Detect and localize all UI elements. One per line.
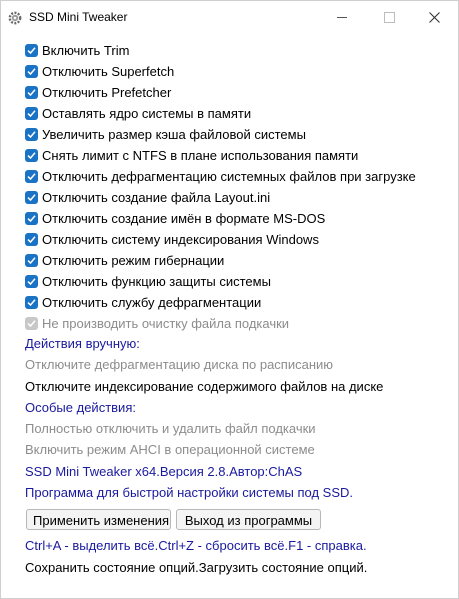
maximize-button[interactable] — [366, 1, 412, 33]
check-icon — [27, 68, 36, 76]
check-icon — [27, 131, 36, 139]
option-label: Отключить создание файла Layout.ini — [42, 190, 271, 205]
option-disable-layout-ini[interactable]: Отключить создание файла Layout.ini — [25, 187, 416, 208]
actions-section: Действия вручную: Отключите дефрагментац… — [25, 333, 383, 503]
check-icon — [27, 47, 36, 55]
close-button[interactable] — [412, 1, 458, 33]
option-no-pagefile-clear: Не производить очистку файла подкачки — [25, 313, 416, 334]
option-enable-trim[interactable]: Включить Trim — [25, 40, 416, 61]
footer: Ctrl+A - выделить всё.Ctrl+Z - сбросить … — [25, 535, 367, 578]
checkbox[interactable] — [25, 107, 38, 120]
window-title: SSD Mini Tweaker — [29, 10, 128, 24]
option-disable-prefetcher[interactable]: Отключить Prefetcher — [25, 82, 416, 103]
check-icon — [27, 194, 36, 202]
check-icon — [27, 173, 36, 181]
manual-actions-header: Действия вручную: — [25, 336, 140, 351]
option-disable-windows-indexing[interactable]: Отключить систему индексирования Windows — [25, 229, 416, 250]
program-description: Программа для быстрой настройки системы … — [25, 485, 353, 501]
option-label: Снять лимит с NTFS в плане использования… — [42, 148, 359, 163]
option-disable-superfetch[interactable]: Отключить Superfetch — [25, 61, 416, 82]
checkbox[interactable] — [25, 296, 38, 309]
exit-program-button[interactable]: Выход из программы — [176, 509, 321, 530]
enable-ahci-link: Включить режим AHCI в операционной систе… — [25, 442, 315, 458]
check-icon — [27, 299, 36, 307]
option-label: Оставлять ядро системы в памяти — [42, 106, 252, 121]
title-bar[interactable]: SSD Mini Tweaker — [1, 1, 458, 35]
save-load-state-link[interactable]: Сохранить состояние опций.Загрузить сост… — [25, 557, 367, 579]
check-icon — [27, 236, 36, 244]
option-disable-defrag-service[interactable]: Отключить службу дефрагментации — [25, 292, 416, 313]
checkbox[interactable] — [25, 254, 38, 267]
check-icon — [27, 320, 36, 328]
option-label: Увеличить размер кэша файловой системы — [42, 127, 306, 142]
check-icon — [27, 152, 36, 160]
checkbox[interactable] — [25, 44, 38, 57]
option-label: Не производить очистку файла подкачки — [42, 316, 290, 331]
option-label: Отключить дефрагментацию системных файло… — [42, 169, 416, 184]
option-label: Отключить создание имён в формате MS-DOS — [42, 211, 326, 226]
check-icon — [27, 110, 36, 118]
option-disable-system-protection[interactable]: Отключить функцию защиты системы — [25, 271, 416, 292]
check-icon — [27, 257, 36, 265]
option-keep-kernel-in-memory[interactable]: Оставлять ядро системы в памяти — [25, 103, 416, 124]
special-actions-header: Особые действия: — [25, 399, 136, 415]
close-icon — [429, 12, 440, 23]
disable-content-indexing-link[interactable]: Отключите индексирование содержимого фай… — [25, 376, 383, 397]
minimize-button[interactable] — [320, 1, 366, 33]
checkbox[interactable] — [25, 149, 38, 162]
option-label: Отключить систему индексирования Windows — [42, 232, 319, 247]
checkbox — [25, 317, 38, 330]
check-icon — [27, 215, 36, 223]
option-disable-hibernation[interactable]: Отключить режим гибернации — [25, 250, 416, 271]
shortcuts-hint[interactable]: Ctrl+A - выделить всё.Ctrl+Z - сбросить … — [25, 535, 367, 557]
checkbox[interactable] — [25, 86, 38, 99]
apply-changes-button[interactable]: Применить изменения — [26, 509, 171, 530]
option-disable-boot-defrag[interactable]: Отключить дефрагментацию системных файло… — [25, 166, 416, 187]
checkbox[interactable] — [25, 170, 38, 183]
check-icon — [27, 278, 36, 286]
option-label: Отключить функцию защиты системы — [42, 274, 271, 289]
app-window: SSD Mini Tweaker Включить Trim Отключить… — [0, 0, 459, 599]
disable-defrag-schedule-link: Отключите дефрагментацию диска по распис… — [25, 357, 334, 373]
option-disable-8dot3-names[interactable]: Отключить создание имён в формате MS-DOS — [25, 208, 416, 229]
gear-icon — [8, 11, 22, 25]
option-label: Отключить Superfetch — [42, 64, 175, 79]
options-list: Включить Trim Отключить Superfetch Отклю… — [25, 40, 416, 334]
version-info: SSD Mini Tweaker x64.Версия 2.8.Автор:Ch… — [25, 463, 303, 479]
option-label: Отключить режим гибернации — [42, 253, 225, 268]
checkbox[interactable] — [25, 212, 38, 225]
option-label: Включить Trim — [42, 43, 130, 58]
option-label: Отключить службу дефрагментации — [42, 295, 262, 310]
checkbox[interactable] — [25, 275, 38, 288]
checkbox[interactable] — [25, 65, 38, 78]
option-increase-fs-cache[interactable]: Увеличить размер кэша файловой системы — [25, 124, 416, 145]
checkbox[interactable] — [25, 128, 38, 141]
option-label: Отключить Prefetcher — [42, 85, 172, 100]
checkbox[interactable] — [25, 191, 38, 204]
check-icon — [27, 89, 36, 97]
option-ntfs-memory-limit[interactable]: Снять лимит с NTFS в плане использования… — [25, 145, 416, 166]
checkbox[interactable] — [25, 233, 38, 246]
disable-pagefile-link: Полностью отключить и удалить файл подка… — [25, 421, 316, 437]
